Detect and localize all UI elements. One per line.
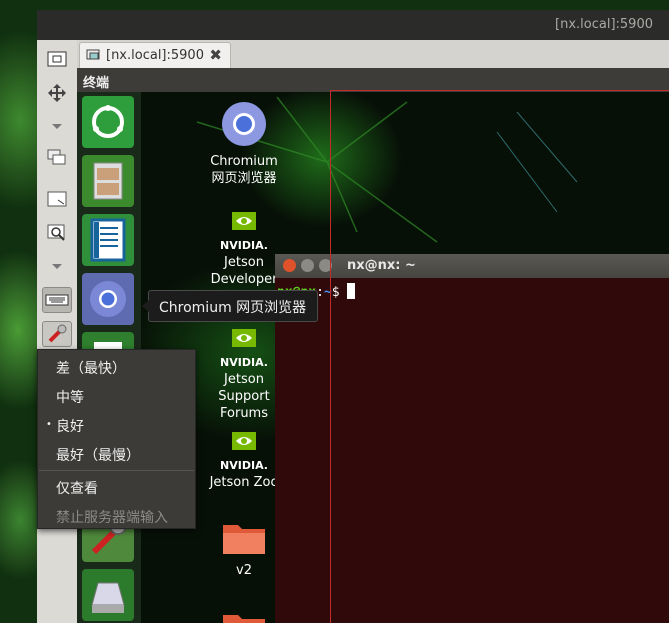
desktop-icon-label-line: 网页浏览器 bbox=[211, 171, 277, 186]
zoom-button[interactable] bbox=[42, 220, 72, 246]
remmina-toolbar bbox=[37, 40, 77, 623]
preferences-button[interactable] bbox=[42, 321, 72, 347]
terminal-maximize-button[interactable] bbox=[319, 259, 332, 272]
screenshot-icon bbox=[47, 51, 67, 67]
window-titlebar[interactable]: [nx.local]:5900 bbox=[37, 10, 669, 40]
nvidia-wordmark: NVIDIA. bbox=[220, 239, 268, 252]
terminal-cursor bbox=[347, 283, 356, 299]
fit-window-button[interactable] bbox=[42, 80, 72, 106]
file-cabinet-icon bbox=[93, 162, 123, 200]
close-icon[interactable]: ✖ bbox=[209, 46, 222, 64]
tab-nx-local[interactable]: [nx.local]:5900 ✖ bbox=[79, 42, 231, 68]
chevron-down-icon bbox=[52, 264, 62, 269]
scale-button[interactable] bbox=[42, 186, 72, 212]
launcher-chromium[interactable] bbox=[82, 273, 134, 325]
chromium-icon bbox=[222, 102, 266, 146]
terminal-body[interactable]: nx@nx:~$ bbox=[275, 278, 669, 623]
zoom-dropdown-button[interactable] bbox=[42, 254, 72, 280]
move-icon bbox=[48, 84, 66, 102]
fit-dropdown-button[interactable] bbox=[42, 114, 72, 140]
resize-icon bbox=[47, 191, 67, 207]
tools-icon bbox=[48, 324, 67, 343]
tab-label: [nx.local]:5900 bbox=[106, 48, 204, 63]
screenshot-button[interactable] bbox=[42, 46, 72, 72]
fullscreen-button[interactable] bbox=[42, 144, 72, 170]
menu-item-quality-best[interactable]: 最好（最慢） bbox=[56, 445, 140, 465]
zoom-icon bbox=[47, 224, 65, 241]
nvidia-eye-icon bbox=[232, 432, 256, 450]
tooltip-text: Chromium 网页浏览器 bbox=[159, 300, 307, 316]
ubuntu-software-icon bbox=[92, 105, 124, 138]
desktop-icon-chromium[interactable]: Chromium 网页浏览器 bbox=[199, 100, 289, 187]
grab-keyboard-button[interactable] bbox=[42, 287, 72, 313]
launcher-drive[interactable] bbox=[82, 569, 134, 621]
folder-icon bbox=[223, 525, 265, 554]
terminal-titlebar[interactable]: nx@nx: ~ bbox=[275, 254, 669, 278]
window-title: [nx.local]:5900 bbox=[555, 17, 653, 32]
menu-item-quality-poor[interactable]: 差（最快） bbox=[56, 358, 126, 378]
terminal-minimize-button[interactable] bbox=[301, 259, 314, 272]
selected-radio-dot: • bbox=[46, 419, 52, 430]
remmina-tab-icon bbox=[86, 49, 100, 60]
drive-icon bbox=[91, 582, 125, 613]
quality-menu: 差（最快） 中等 • 良好 最好（最慢） 仅查看 禁止服务器端输入 bbox=[37, 349, 196, 529]
terminal-window[interactable]: nx@nx: ~ nx@nx:~$ bbox=[275, 254, 669, 623]
prompt-path: ~ bbox=[323, 285, 332, 300]
terminal-title: nx@nx: ~ bbox=[347, 258, 416, 273]
nvidia-eye-icon bbox=[232, 212, 256, 230]
prompt-dollar: $ bbox=[331, 285, 340, 300]
menu-item-quality-good[interactable]: 良好 bbox=[56, 416, 84, 436]
chromium-icon bbox=[90, 281, 126, 317]
folder-icon bbox=[223, 615, 265, 623]
windows-icon bbox=[47, 149, 66, 165]
tab-bar: [nx.local]:5900 ✖ bbox=[77, 40, 669, 68]
launcher-tooltip: Chromium 网页浏览器 bbox=[142, 290, 318, 322]
launcher-writer[interactable] bbox=[82, 214, 134, 266]
keyboard-icon bbox=[45, 294, 69, 306]
remote-desktop[interactable]: 终端 Chromium 网页浏览器 NVIDIA. Jetson Develop… bbox=[77, 68, 669, 623]
remote-topbar: 终端 bbox=[77, 68, 669, 92]
menu-item-quality-medium[interactable]: 中等 bbox=[56, 387, 84, 407]
remmina-window: [nx.local]:5900 [nx.local]:5900 ✖ 终端 Chr… bbox=[37, 10, 669, 623]
menu-item-disable-server-input[interactable]: 禁止服务器端输入 bbox=[56, 507, 168, 527]
launcher-files[interactable] bbox=[82, 155, 134, 207]
tooltip-arrow bbox=[142, 300, 149, 312]
remote-app-title: 终端 bbox=[83, 76, 110, 91]
nvidia-eye-icon bbox=[232, 329, 256, 347]
menu-item-view-only[interactable]: 仅查看 bbox=[56, 478, 98, 498]
document-writer-icon bbox=[90, 218, 126, 262]
chevron-down-icon bbox=[52, 124, 62, 129]
menu-separator bbox=[39, 470, 194, 471]
desktop-icon-label-line: Chromium bbox=[210, 154, 278, 169]
terminal-close-button[interactable] bbox=[283, 259, 296, 272]
launcher-software-center[interactable] bbox=[82, 96, 134, 148]
